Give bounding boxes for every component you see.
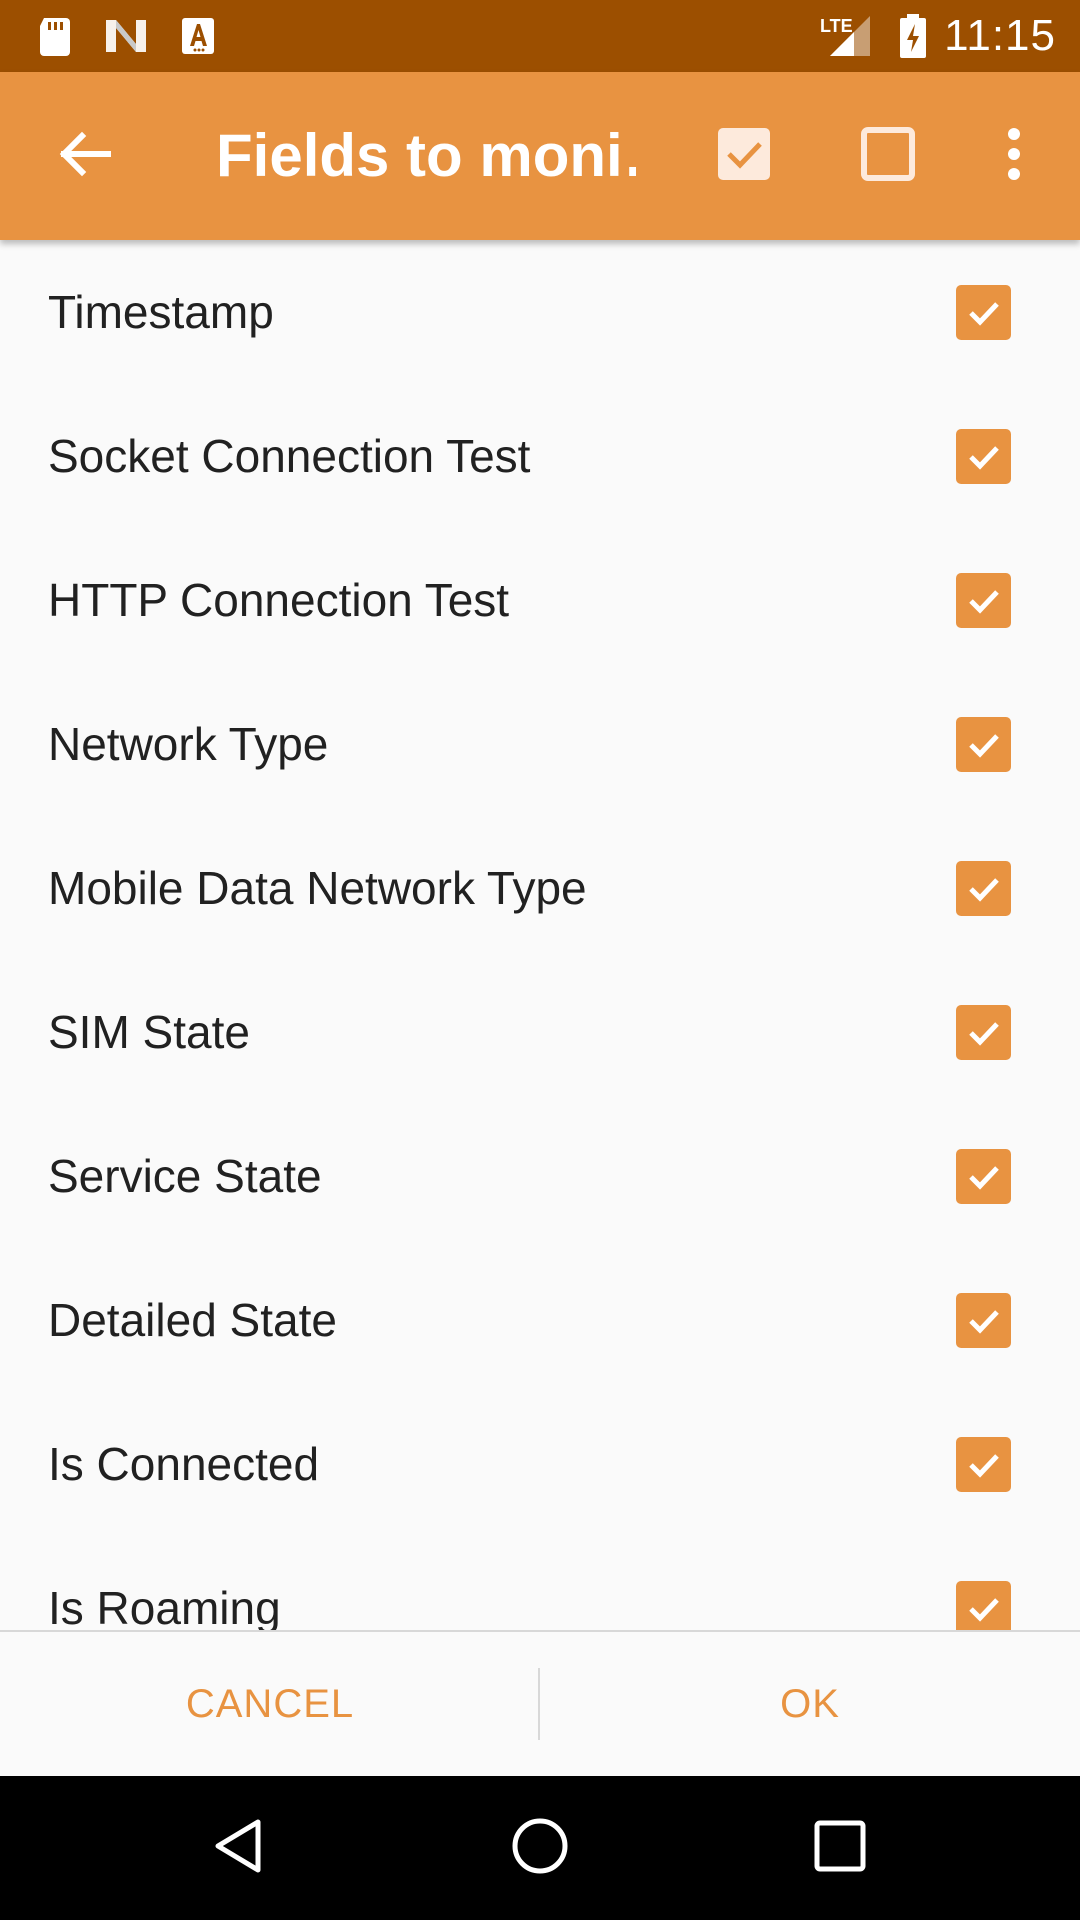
back-arrow-icon — [56, 130, 112, 183]
field-checkbox[interactable] — [956, 285, 1011, 340]
check-icon — [968, 1309, 999, 1334]
select-all-button[interactable] — [700, 72, 788, 240]
check-icon — [968, 1021, 999, 1046]
check-icon — [968, 589, 999, 614]
field-label: Socket Connection Test — [48, 430, 531, 482]
check-icon — [968, 1597, 999, 1622]
field-label: Detailed State — [48, 1294, 337, 1346]
recents-nav-icon — [812, 1818, 868, 1879]
field-checkbox[interactable] — [956, 1149, 1011, 1204]
back-nav-button[interactable] — [160, 1776, 320, 1920]
battery-charging-icon — [898, 0, 928, 72]
ok-button[interactable]: OK — [540, 1632, 1080, 1776]
navigation-bar — [0, 1776, 1080, 1920]
a-notification-icon — [180, 0, 216, 72]
field-label: SIM State — [48, 1006, 250, 1058]
select-all-icon — [716, 126, 772, 187]
check-icon — [968, 445, 999, 470]
check-icon — [968, 1453, 999, 1478]
back-button[interactable] — [36, 72, 132, 240]
home-nav-icon — [510, 1816, 570, 1881]
field-row[interactable]: SIM State — [0, 960, 1080, 1104]
check-icon — [968, 733, 999, 758]
field-checkbox[interactable] — [956, 1005, 1011, 1060]
field-row[interactable]: Service State — [0, 1104, 1080, 1248]
field-label: Is Roaming — [48, 1582, 281, 1630]
field-row[interactable]: HTTP Connection Test — [0, 528, 1080, 672]
lte-label: LTE — [820, 16, 853, 36]
cancel-button[interactable]: CANCEL — [0, 1632, 540, 1776]
page-title: Fields to moni… — [216, 122, 636, 189]
clock: 11:15 — [944, 11, 1056, 60]
back-nav-icon — [210, 1816, 270, 1881]
home-nav-button[interactable] — [460, 1776, 620, 1920]
fields-list[interactable]: Timestamp Socket Connection Test HTTP Conn… — [0, 240, 1080, 1630]
field-row[interactable]: Timestamp — [0, 240, 1080, 384]
field-checkbox[interactable] — [956, 1293, 1011, 1348]
overflow-menu-button[interactable] — [990, 72, 1038, 240]
field-checkbox[interactable] — [956, 429, 1011, 484]
deselect-all-button[interactable] — [844, 72, 932, 240]
check-icon — [968, 301, 999, 326]
field-checkbox[interactable] — [956, 1437, 1011, 1492]
check-icon — [968, 1165, 999, 1190]
deselect-all-icon — [860, 126, 916, 187]
field-checkbox[interactable] — [956, 861, 1011, 916]
overflow-menu-icon — [1006, 127, 1022, 185]
recents-nav-button[interactable] — [760, 1776, 920, 1920]
field-row[interactable]: Is Roaming — [0, 1536, 1080, 1630]
field-label: Mobile Data Network Type — [48, 862, 587, 914]
field-label: Service State — [48, 1150, 322, 1202]
field-label: Network Type — [48, 718, 329, 770]
app-bar: Fields to moni… — [0, 72, 1080, 240]
dialog-actions: CANCEL OK — [0, 1632, 1080, 1776]
field-label: Is Connected — [48, 1438, 320, 1490]
check-icon — [968, 877, 999, 902]
field-row[interactable]: Socket Connection Test — [0, 384, 1080, 528]
field-checkbox[interactable] — [956, 717, 1011, 772]
field-checkbox[interactable] — [956, 573, 1011, 628]
n-notification-icon — [104, 0, 148, 72]
field-label: HTTP Connection Test — [48, 574, 510, 626]
status-bar: LTE 11:15 — [0, 0, 1080, 72]
field-label: Timestamp — [48, 286, 274, 338]
sd-card-icon — [36, 0, 76, 72]
field-checkbox[interactable] — [956, 1581, 1011, 1630]
field-row[interactable]: Network Type — [0, 672, 1080, 816]
field-row[interactable]: Mobile Data Network Type — [0, 816, 1080, 960]
field-row[interactable]: Is Connected — [0, 1392, 1080, 1536]
lte-signal-icon: LTE — [818, 0, 874, 72]
field-row[interactable]: Detailed State — [0, 1248, 1080, 1392]
